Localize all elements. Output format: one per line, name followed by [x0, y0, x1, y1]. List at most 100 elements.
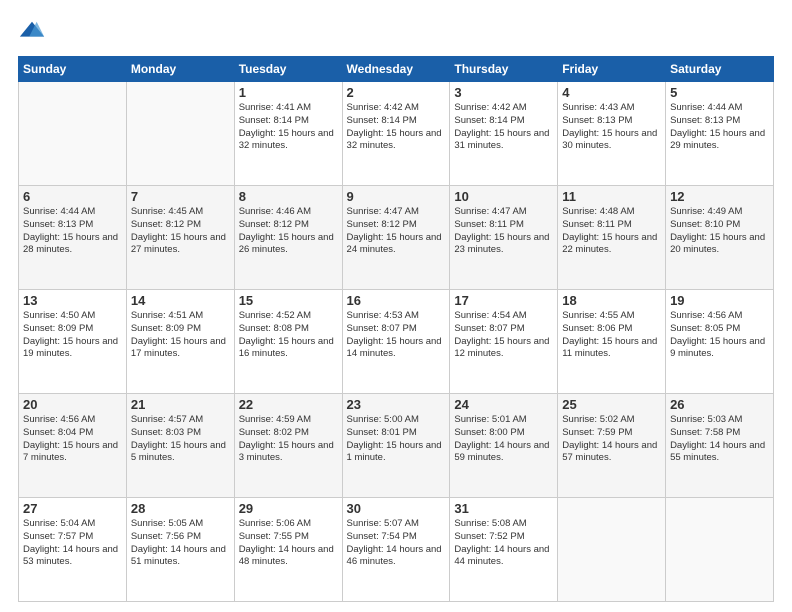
day-number: 2 [347, 85, 446, 100]
day-number: 1 [239, 85, 338, 100]
calendar-cell: 31 Sunrise: 5:08 AM Sunset: 7:52 PM Dayli… [450, 498, 558, 602]
calendar-cell: 14 Sunrise: 4:51 AM Sunset: 8:09 PM Dayli… [126, 290, 234, 394]
weekday-header: Tuesday [234, 57, 342, 82]
calendar-cell [19, 82, 127, 186]
day-info: Sunrise: 4:46 AM Sunset: 8:12 PM Dayligh… [239, 206, 338, 257]
day-number: 26 [670, 397, 769, 412]
day-number: 11 [562, 189, 661, 204]
day-number: 31 [454, 501, 553, 516]
day-info: Sunrise: 4:44 AM Sunset: 8:13 PM Dayligh… [23, 206, 122, 257]
calendar-cell: 29 Sunrise: 5:06 AM Sunset: 7:55 PM Dayli… [234, 498, 342, 602]
day-info: Sunrise: 4:50 AM Sunset: 8:09 PM Dayligh… [23, 310, 122, 361]
calendar-cell: 17 Sunrise: 4:54 AM Sunset: 8:07 PM Dayli… [450, 290, 558, 394]
day-number: 8 [239, 189, 338, 204]
day-info: Sunrise: 5:05 AM Sunset: 7:56 PM Dayligh… [131, 518, 230, 569]
day-info: Sunrise: 4:51 AM Sunset: 8:09 PM Dayligh… [131, 310, 230, 361]
day-number: 15 [239, 293, 338, 308]
day-number: 4 [562, 85, 661, 100]
calendar-cell [126, 82, 234, 186]
calendar-table: SundayMondayTuesdayWednesdayThursdayFrid… [18, 56, 774, 602]
day-number: 20 [23, 397, 122, 412]
day-info: Sunrise: 5:01 AM Sunset: 8:00 PM Dayligh… [454, 414, 553, 465]
day-number: 22 [239, 397, 338, 412]
day-number: 17 [454, 293, 553, 308]
calendar-cell: 7 Sunrise: 4:45 AM Sunset: 8:12 PM Daylig… [126, 186, 234, 290]
day-number: 21 [131, 397, 230, 412]
calendar-week-row: 20 Sunrise: 4:56 AM Sunset: 8:04 PM Dayli… [19, 394, 774, 498]
weekday-header: Thursday [450, 57, 558, 82]
day-info: Sunrise: 4:59 AM Sunset: 8:02 PM Dayligh… [239, 414, 338, 465]
calendar-cell: 21 Sunrise: 4:57 AM Sunset: 8:03 PM Dayli… [126, 394, 234, 498]
day-info: Sunrise: 4:56 AM Sunset: 8:04 PM Dayligh… [23, 414, 122, 465]
day-number: 27 [23, 501, 122, 516]
calendar-cell: 25Sunrise: 5:02 AM Sunset: 7:59 PM Dayli… [558, 394, 666, 498]
day-number: 19 [670, 293, 769, 308]
day-info: Sunrise: 5:06 AM Sunset: 7:55 PM Dayligh… [239, 518, 338, 569]
calendar-week-row: 13 Sunrise: 4:50 AM Sunset: 8:09 PM Dayli… [19, 290, 774, 394]
logo [18, 18, 50, 46]
day-number: 28 [131, 501, 230, 516]
day-info: Sunrise: 4:54 AM Sunset: 8:07 PM Dayligh… [454, 310, 553, 361]
day-number: 23 [347, 397, 446, 412]
weekday-header: Friday [558, 57, 666, 82]
day-number: 6 [23, 189, 122, 204]
day-info: Sunrise: 4:45 AM Sunset: 8:12 PM Dayligh… [131, 206, 230, 257]
day-number: 9 [347, 189, 446, 204]
day-number: 18 [562, 293, 661, 308]
day-info: Sunrise: 4:56 AM Sunset: 8:05 PM Dayligh… [670, 310, 769, 361]
day-info: Sunrise: 5:03 AM Sunset: 7:58 PM Dayligh… [670, 414, 769, 465]
day-info: Sunrise: 5:02 AM Sunset: 7:59 PM Dayligh… [562, 414, 661, 465]
calendar-cell: 5 Sunrise: 4:44 AM Sunset: 8:13 PM Daylig… [666, 82, 774, 186]
day-info: Sunrise: 5:08 AM Sunset: 7:52 PM Dayligh… [454, 518, 553, 569]
calendar-cell: 12 Sunrise: 4:49 AM Sunset: 8:10 PM Dayli… [666, 186, 774, 290]
calendar-page: SundayMondayTuesdayWednesdayThursdayFrid… [0, 0, 792, 612]
calendar-cell [666, 498, 774, 602]
calendar-cell: 13 Sunrise: 4:50 AM Sunset: 8:09 PM Dayli… [19, 290, 127, 394]
header [18, 18, 774, 46]
calendar-cell: 10 Sunrise: 4:47 AM Sunset: 8:11 PM Dayli… [450, 186, 558, 290]
day-number: 7 [131, 189, 230, 204]
calendar-cell: 16Sunrise: 4:53 AM Sunset: 8:07 PM Dayli… [342, 290, 450, 394]
calendar-cell: 24 Sunrise: 5:01 AM Sunset: 8:00 PM Dayli… [450, 394, 558, 498]
day-info: Sunrise: 4:57 AM Sunset: 8:03 PM Dayligh… [131, 414, 230, 465]
weekday-header: Sunday [19, 57, 127, 82]
calendar-header-row: SundayMondayTuesdayWednesdayThursdayFrid… [19, 57, 774, 82]
day-number: 24 [454, 397, 553, 412]
day-number: 3 [454, 85, 553, 100]
calendar-cell: 8 Sunrise: 4:46 AM Sunset: 8:12 PM Daylig… [234, 186, 342, 290]
calendar-week-row: 1 Sunrise: 4:41 AM Sunset: 8:14 PM Daylig… [19, 82, 774, 186]
day-info: Sunrise: 4:47 AM Sunset: 8:11 PM Dayligh… [454, 206, 553, 257]
day-info: Sunrise: 4:55 AM Sunset: 8:06 PM Dayligh… [562, 310, 661, 361]
calendar-cell [558, 498, 666, 602]
day-info: Sunrise: 4:52 AM Sunset: 8:08 PM Dayligh… [239, 310, 338, 361]
day-info: Sunrise: 4:42 AM Sunset: 8:14 PM Dayligh… [347, 102, 446, 153]
day-info: Sunrise: 4:49 AM Sunset: 8:10 PM Dayligh… [670, 206, 769, 257]
day-info: Sunrise: 4:53 AM Sunset: 8:07 PM Dayligh… [347, 310, 446, 361]
weekday-header: Monday [126, 57, 234, 82]
calendar-cell: 30 Sunrise: 5:07 AM Sunset: 7:54 PM Dayli… [342, 498, 450, 602]
day-number: 29 [239, 501, 338, 516]
day-number: 14 [131, 293, 230, 308]
day-info: Sunrise: 4:44 AM Sunset: 8:13 PM Dayligh… [670, 102, 769, 153]
calendar-cell: 27 Sunrise: 5:04 AM Sunset: 7:57 PM Dayli… [19, 498, 127, 602]
calendar-cell: 3 Sunrise: 4:42 AM Sunset: 8:14 PM Daylig… [450, 82, 558, 186]
calendar-cell: 20 Sunrise: 4:56 AM Sunset: 8:04 PM Dayli… [19, 394, 127, 498]
day-info: Sunrise: 5:00 AM Sunset: 8:01 PM Dayligh… [347, 414, 446, 465]
day-info: Sunrise: 5:07 AM Sunset: 7:54 PM Dayligh… [347, 518, 446, 569]
day-info: Sunrise: 4:42 AM Sunset: 8:14 PM Dayligh… [454, 102, 553, 153]
day-info: Sunrise: 4:48 AM Sunset: 8:11 PM Dayligh… [562, 206, 661, 257]
day-info: Sunrise: 4:43 AM Sunset: 8:13 PM Dayligh… [562, 102, 661, 153]
calendar-week-row: 27 Sunrise: 5:04 AM Sunset: 7:57 PM Dayli… [19, 498, 774, 602]
logo-icon [18, 18, 46, 46]
day-number: 10 [454, 189, 553, 204]
calendar-week-row: 6 Sunrise: 4:44 AM Sunset: 8:13 PM Daylig… [19, 186, 774, 290]
day-info: Sunrise: 4:47 AM Sunset: 8:12 PM Dayligh… [347, 206, 446, 257]
calendar-cell: 15 Sunrise: 4:52 AM Sunset: 8:08 PM Dayli… [234, 290, 342, 394]
day-number: 12 [670, 189, 769, 204]
day-number: 13 [23, 293, 122, 308]
day-info: Sunrise: 4:41 AM Sunset: 8:14 PM Dayligh… [239, 102, 338, 153]
calendar-cell: 4 Sunrise: 4:43 AM Sunset: 8:13 PM Daylig… [558, 82, 666, 186]
day-number: 5 [670, 85, 769, 100]
day-number: 30 [347, 501, 446, 516]
day-info: Sunrise: 5:04 AM Sunset: 7:57 PM Dayligh… [23, 518, 122, 569]
